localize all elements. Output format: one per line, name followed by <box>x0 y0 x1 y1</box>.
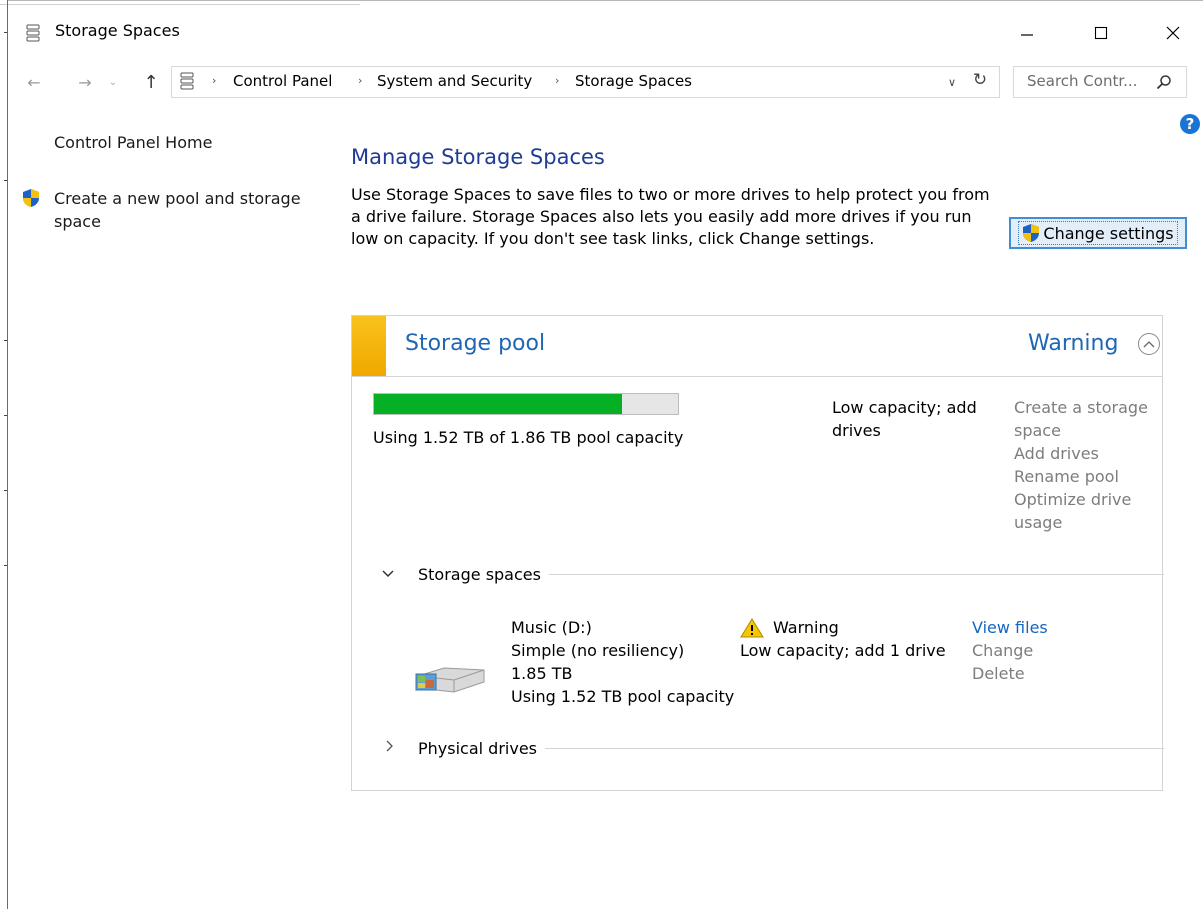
space-name: Music (D:) <box>511 618 592 637</box>
space-status-title: Warning <box>773 618 839 637</box>
breadcrumb-separator[interactable]: › <box>555 74 559 87</box>
create-pool-link[interactable]: Create a new pool and storage space <box>54 187 314 233</box>
arrow-up-icon: ↑ <box>143 71 159 93</box>
control-panel-home-link[interactable]: Control Panel Home <box>54 133 212 152</box>
window-frame-left <box>4 0 8 909</box>
chevron-up-icon <box>1143 341 1155 348</box>
pool-task-list: Create a storage space Add drives Rename… <box>1014 396 1164 534</box>
address-dropdown-icon[interactable]: ∨ <box>948 76 956 89</box>
maximize-button[interactable] <box>1078 14 1124 52</box>
breadcrumb-storage-spaces[interactable]: Storage Spaces <box>575 72 692 90</box>
optimize-drive-usage-link[interactable]: Optimize drive usage <box>1014 488 1164 534</box>
drive-icon <box>414 664 486 698</box>
breadcrumb-system-and-security[interactable]: System and Security <box>377 72 532 90</box>
search-placeholder[interactable]: Search Contr... <box>1027 72 1137 90</box>
collapse-button[interactable] <box>1138 333 1160 355</box>
space-resiliency: Simple (no resiliency) <box>511 641 685 660</box>
pool-usage-fill <box>374 394 623 414</box>
arrow-left-icon: ← <box>27 72 41 92</box>
pool-warning-text: Low capacity; add drives <box>832 398 977 440</box>
pool-status: Warning <box>1028 331 1119 356</box>
view-files-link[interactable]: View files <box>972 616 1048 639</box>
back-button[interactable]: ← <box>22 70 46 94</box>
uac-shield-icon <box>1023 224 1040 242</box>
pool-usage-text: Using 1.52 TB of 1.86 TB pool capacity <box>373 428 684 447</box>
change-settings-button[interactable]: Change settings <box>1009 217 1187 249</box>
refresh-icon[interactable]: ↻ <box>968 70 992 90</box>
change-settings-label: Change settings <box>1043 223 1174 243</box>
rename-pool-link[interactable]: Rename pool <box>1014 465 1164 488</box>
arrow-right-icon: → <box>78 72 92 92</box>
minimize-icon <box>1021 34 1033 36</box>
section-divider <box>548 573 1164 575</box>
storage-space-details: Music (D:) Simple (no resiliency) 1.85 T… <box>511 616 734 708</box>
window-title: Storage Spaces <box>55 21 180 40</box>
create-storage-space-link[interactable]: Create a storage space <box>1014 396 1164 442</box>
storage-spaces-label: Storage spaces <box>418 564 541 584</box>
warning-accent-bar <box>352 316 386 376</box>
maximize-icon <box>1094 26 1108 40</box>
change-link[interactable]: Change <box>972 639 1048 662</box>
recent-locations-button[interactable]: ⌄ <box>104 70 122 94</box>
page-description: Use Storage Spaces to save files to two … <box>351 185 990 248</box>
breadcrumb-separator[interactable]: › <box>212 74 216 87</box>
forward-button[interactable]: → <box>73 70 97 94</box>
search-icon[interactable] <box>1156 74 1172 94</box>
close-button[interactable] <box>1150 14 1196 52</box>
chevron-down-icon: ⌄ <box>108 76 118 88</box>
breadcrumb-separator[interactable]: › <box>358 74 362 87</box>
breadcrumb-control-panel[interactable]: Control Panel <box>233 72 332 90</box>
space-size: 1.85 TB <box>511 664 573 683</box>
physical-drives-section-header[interactable]: Physical drives <box>382 736 1164 760</box>
storage-pool-panel <box>351 315 1163 791</box>
help-icon[interactable]: ? <box>1180 114 1200 134</box>
warning-icon <box>740 617 764 637</box>
chevron-down-icon <box>382 567 404 582</box>
close-icon <box>1166 26 1180 40</box>
storage-space-status: Warning Low capacity; add 1 drive <box>740 616 946 662</box>
uac-shield-icon <box>22 188 40 212</box>
delete-link[interactable]: Delete <box>972 662 1048 685</box>
storage-space-actions: View files Change Delete <box>972 616 1048 685</box>
add-drives-link[interactable]: Add drives <box>1014 442 1164 465</box>
minimize-button[interactable] <box>1004 14 1050 52</box>
storage-spaces-section-header[interactable]: Storage spaces <box>382 562 1164 586</box>
storage-spaces-icon <box>26 24 40 46</box>
pool-usage-progress-bar <box>373 393 679 415</box>
space-usage: Using 1.52 TB pool capacity <box>511 687 735 706</box>
section-divider <box>545 747 1164 749</box>
up-button[interactable]: ↑ <box>139 70 163 94</box>
pool-title: Storage pool <box>405 331 546 356</box>
page-title: Manage Storage Spaces <box>351 145 605 169</box>
space-status-detail: Low capacity; add 1 drive <box>740 641 946 660</box>
physical-drives-label: Physical drives <box>418 738 537 758</box>
chevron-right-icon <box>382 740 404 756</box>
storage-spaces-icon <box>180 72 194 94</box>
